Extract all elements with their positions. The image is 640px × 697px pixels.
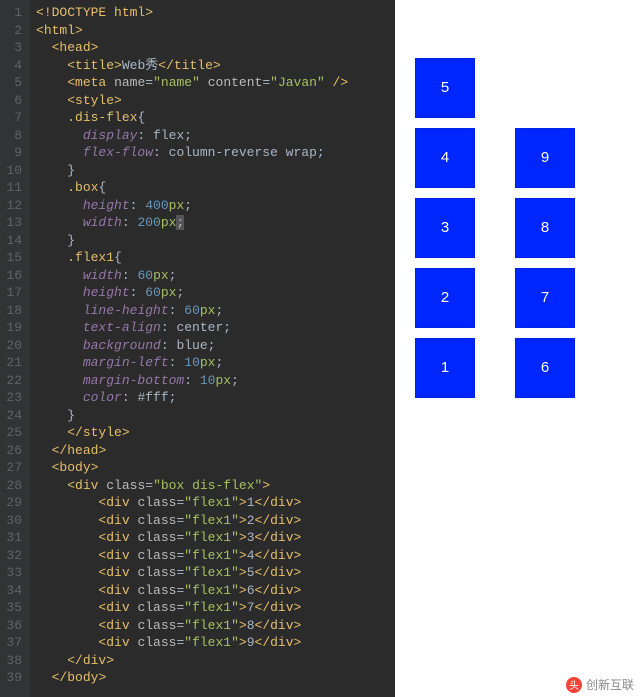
flex-item: 7 (515, 268, 575, 328)
watermark-text: 创新互联 (586, 676, 634, 693)
flex-item: 2 (415, 268, 475, 328)
line-number-gutter: 1 2 3 4 5 6 7 8 9 10 11 12 13 14 15 16 1… (0, 0, 30, 697)
flex-item: 3 (415, 198, 475, 258)
flex-item: 6 (515, 338, 575, 398)
flex-item: 1 (415, 338, 475, 398)
flex-item: 8 (515, 198, 575, 258)
flex-container: 1 2 3 4 5 6 7 8 9 (405, 8, 605, 408)
flex-item: 4 (415, 128, 475, 188)
flex-item: 9 (515, 128, 575, 188)
watermark: 头 创新互联 (566, 676, 634, 693)
code-editor[interactable]: 1 2 3 4 5 6 7 8 9 10 11 12 13 14 15 16 1… (0, 0, 395, 697)
watermark-icon: 头 (566, 677, 582, 693)
flex-item: 5 (415, 58, 475, 118)
code-area[interactable]: <!DOCTYPE html><html> <head> <title>Web秀… (30, 0, 354, 697)
preview-pane: 1 2 3 4 5 6 7 8 9 头 创新互联 (395, 0, 640, 697)
